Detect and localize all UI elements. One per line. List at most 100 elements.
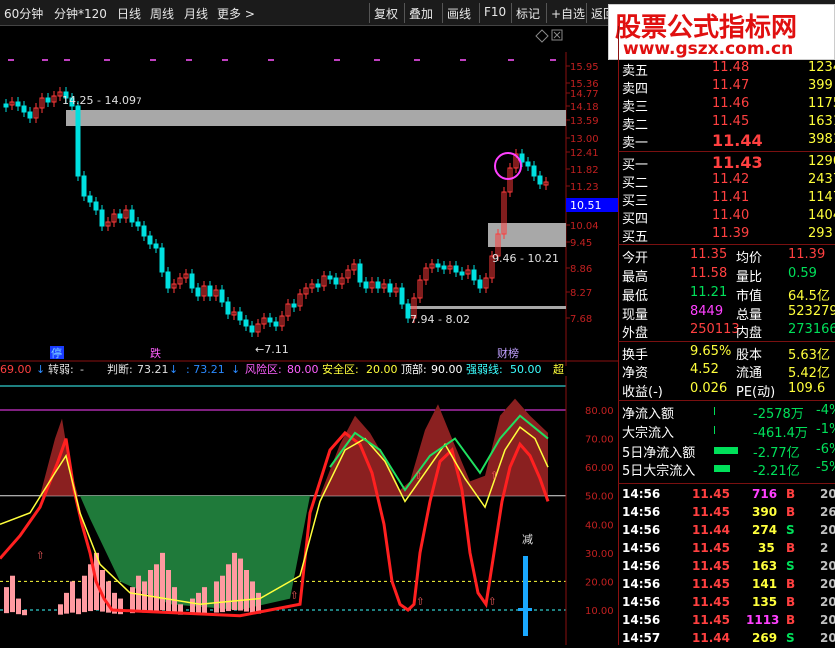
up-marker-icon: ⇧ [36, 551, 44, 562]
signal-dash [550, 59, 556, 61]
candle-body [219, 289, 225, 303]
histogram-bar [148, 570, 153, 612]
up-marker-icon: ⇧ [488, 596, 496, 607]
candle-body [147, 235, 153, 245]
candle-body [525, 161, 531, 167]
f10-button[interactable]: F10 [479, 3, 510, 23]
buy-volume: 293 [808, 226, 833, 241]
price-tick-label: 8.86 [570, 264, 592, 275]
price-tick-label: 9.45 [570, 238, 592, 249]
sell-label: 卖三 [622, 100, 649, 115]
price-tick-label: 14.77 [570, 89, 599, 100]
candle-body [93, 201, 99, 211]
period-day[interactable]: 日线 [117, 5, 141, 22]
histogram-bar [244, 570, 249, 612]
sell-row: 卖一 11.44 3981 [620, 131, 835, 151]
tick-row[interactable]: 14:56 11.45 35 B 2 [620, 540, 835, 558]
tick-row[interactable]: 14:56 11.45 390 B 26 [620, 504, 835, 522]
mark-button[interactable]: 标记 [511, 3, 544, 23]
buy-label: 买四 [622, 212, 649, 227]
tick-row[interactable]: 14:56 11.45 1113 B 20 [620, 612, 835, 630]
tick-count: 20 [820, 577, 835, 591]
histogram-bar [76, 598, 81, 615]
candle-body [291, 303, 297, 308]
fund-flow-bar [714, 426, 715, 434]
sell-price: 11.48 [712, 60, 750, 75]
buy-price: 11.42 [712, 172, 750, 187]
fund-flow-value: -2.77亿 [753, 446, 800, 461]
tick-side: B [786, 505, 796, 519]
quote-value: 11.39 [788, 247, 826, 262]
buy-volume: 2437 [808, 172, 835, 187]
fund-flow-pct: -5% [816, 460, 835, 475]
buy-price: 11.41 [712, 190, 750, 205]
tick-price: 11.44 [692, 631, 730, 645]
quote-value: 4.52 [690, 362, 719, 377]
fund-flow-label: 净流入额 [622, 407, 675, 422]
tick-time: 14:56 [622, 577, 661, 591]
period-min120[interactable]: 分钟*120 [54, 5, 107, 22]
period-week[interactable]: 周线 [150, 5, 174, 22]
fund-flow-bar [714, 447, 738, 454]
overlay-button[interactable]: 叠加 [404, 3, 437, 23]
indicator-tick-label: 40.00 [585, 520, 614, 531]
histogram-bar [238, 558, 243, 611]
tick-row[interactable]: 14:56 11.45 716 B 20 [620, 486, 835, 504]
candle-body [273, 321, 279, 327]
signal-bar-cross [518, 608, 532, 611]
candle-body [141, 225, 147, 237]
chart-area[interactable]: 15.9515.3614.7714.1813.5913.0012.4111.82… [0, 26, 618, 645]
add-watchlist-button[interactable]: +自选 [546, 3, 589, 23]
draw-button[interactable]: 画线 [442, 3, 475, 23]
signal-dash-row [8, 59, 556, 61]
period-60min[interactable]: 60分钟 [4, 5, 43, 22]
tick-side: B [786, 595, 796, 609]
book-divider [618, 151, 835, 152]
candle-body [471, 269, 477, 281]
current-price-value: 10.51 [570, 199, 602, 212]
signal-dash [104, 59, 110, 61]
histogram-bar [154, 564, 159, 612]
tick-row[interactable]: 14:57 11.44 269 S 20 [620, 630, 835, 648]
quote-label: 总量 [736, 308, 763, 323]
price-tick-label: 13.59 [570, 116, 599, 127]
quote-label: 内盘 [736, 326, 763, 341]
signal-label: 减 [522, 533, 533, 546]
tick-side: S [786, 559, 795, 573]
candle-body [189, 273, 195, 289]
candle-body [153, 243, 159, 249]
adjust-button[interactable]: 复权 [369, 3, 402, 23]
tick-volume: 274 [752, 523, 778, 537]
indicator-axis: 80.00 70.00 60.00 50.00 40.00 30.00 20.00 10.00 [585, 406, 614, 617]
candle-body [159, 247, 165, 273]
buy-row: 买四 11.40 1404 [620, 208, 835, 227]
price-tick-label: 11.82 [570, 165, 599, 176]
candle-body [117, 213, 123, 219]
quote-value: 11.35 [690, 247, 728, 262]
more-menu[interactable]: 更多 > [217, 5, 255, 22]
tick-row[interactable]: 14:56 11.45 135 B 20 [620, 594, 835, 612]
histogram-bar [226, 564, 231, 612]
histogram-bar [160, 552, 165, 611]
close-icon[interactable] [551, 29, 563, 41]
signal-dash [268, 59, 274, 61]
tick-row[interactable]: 14:56 11.44 274 S 20 [620, 522, 835, 540]
indicator-pane: ⇧ ⇧ ⇧ ⇧ ⇧ ⇧ [0, 385, 566, 618]
histogram-bar [250, 581, 255, 613]
period-month[interactable]: 月线 [184, 5, 208, 22]
candle-body [243, 319, 249, 327]
indicator-tick-label: 50.00 [585, 492, 614, 503]
quote-divider [618, 341, 835, 342]
quote-value: 250113 [690, 322, 740, 337]
quote-label: 收益(-) [622, 385, 663, 400]
candle-body [315, 283, 321, 288]
buy-label: 买一 [622, 158, 649, 173]
tick-row[interactable]: 14:56 11.45 163 S 20 [620, 558, 835, 576]
tag-stop: 停 [51, 346, 62, 360]
range-mid-label: 9.46 - 10.21 [492, 252, 559, 265]
fund-flow-value: -2.21亿 [753, 464, 800, 479]
tag-drop: 跌 [150, 346, 161, 360]
tick-row[interactable]: 14:56 11.45 141 B 20 [620, 576, 835, 594]
price-tick-label: 10.04 [570, 221, 599, 232]
settings-icon[interactable] [535, 29, 549, 43]
